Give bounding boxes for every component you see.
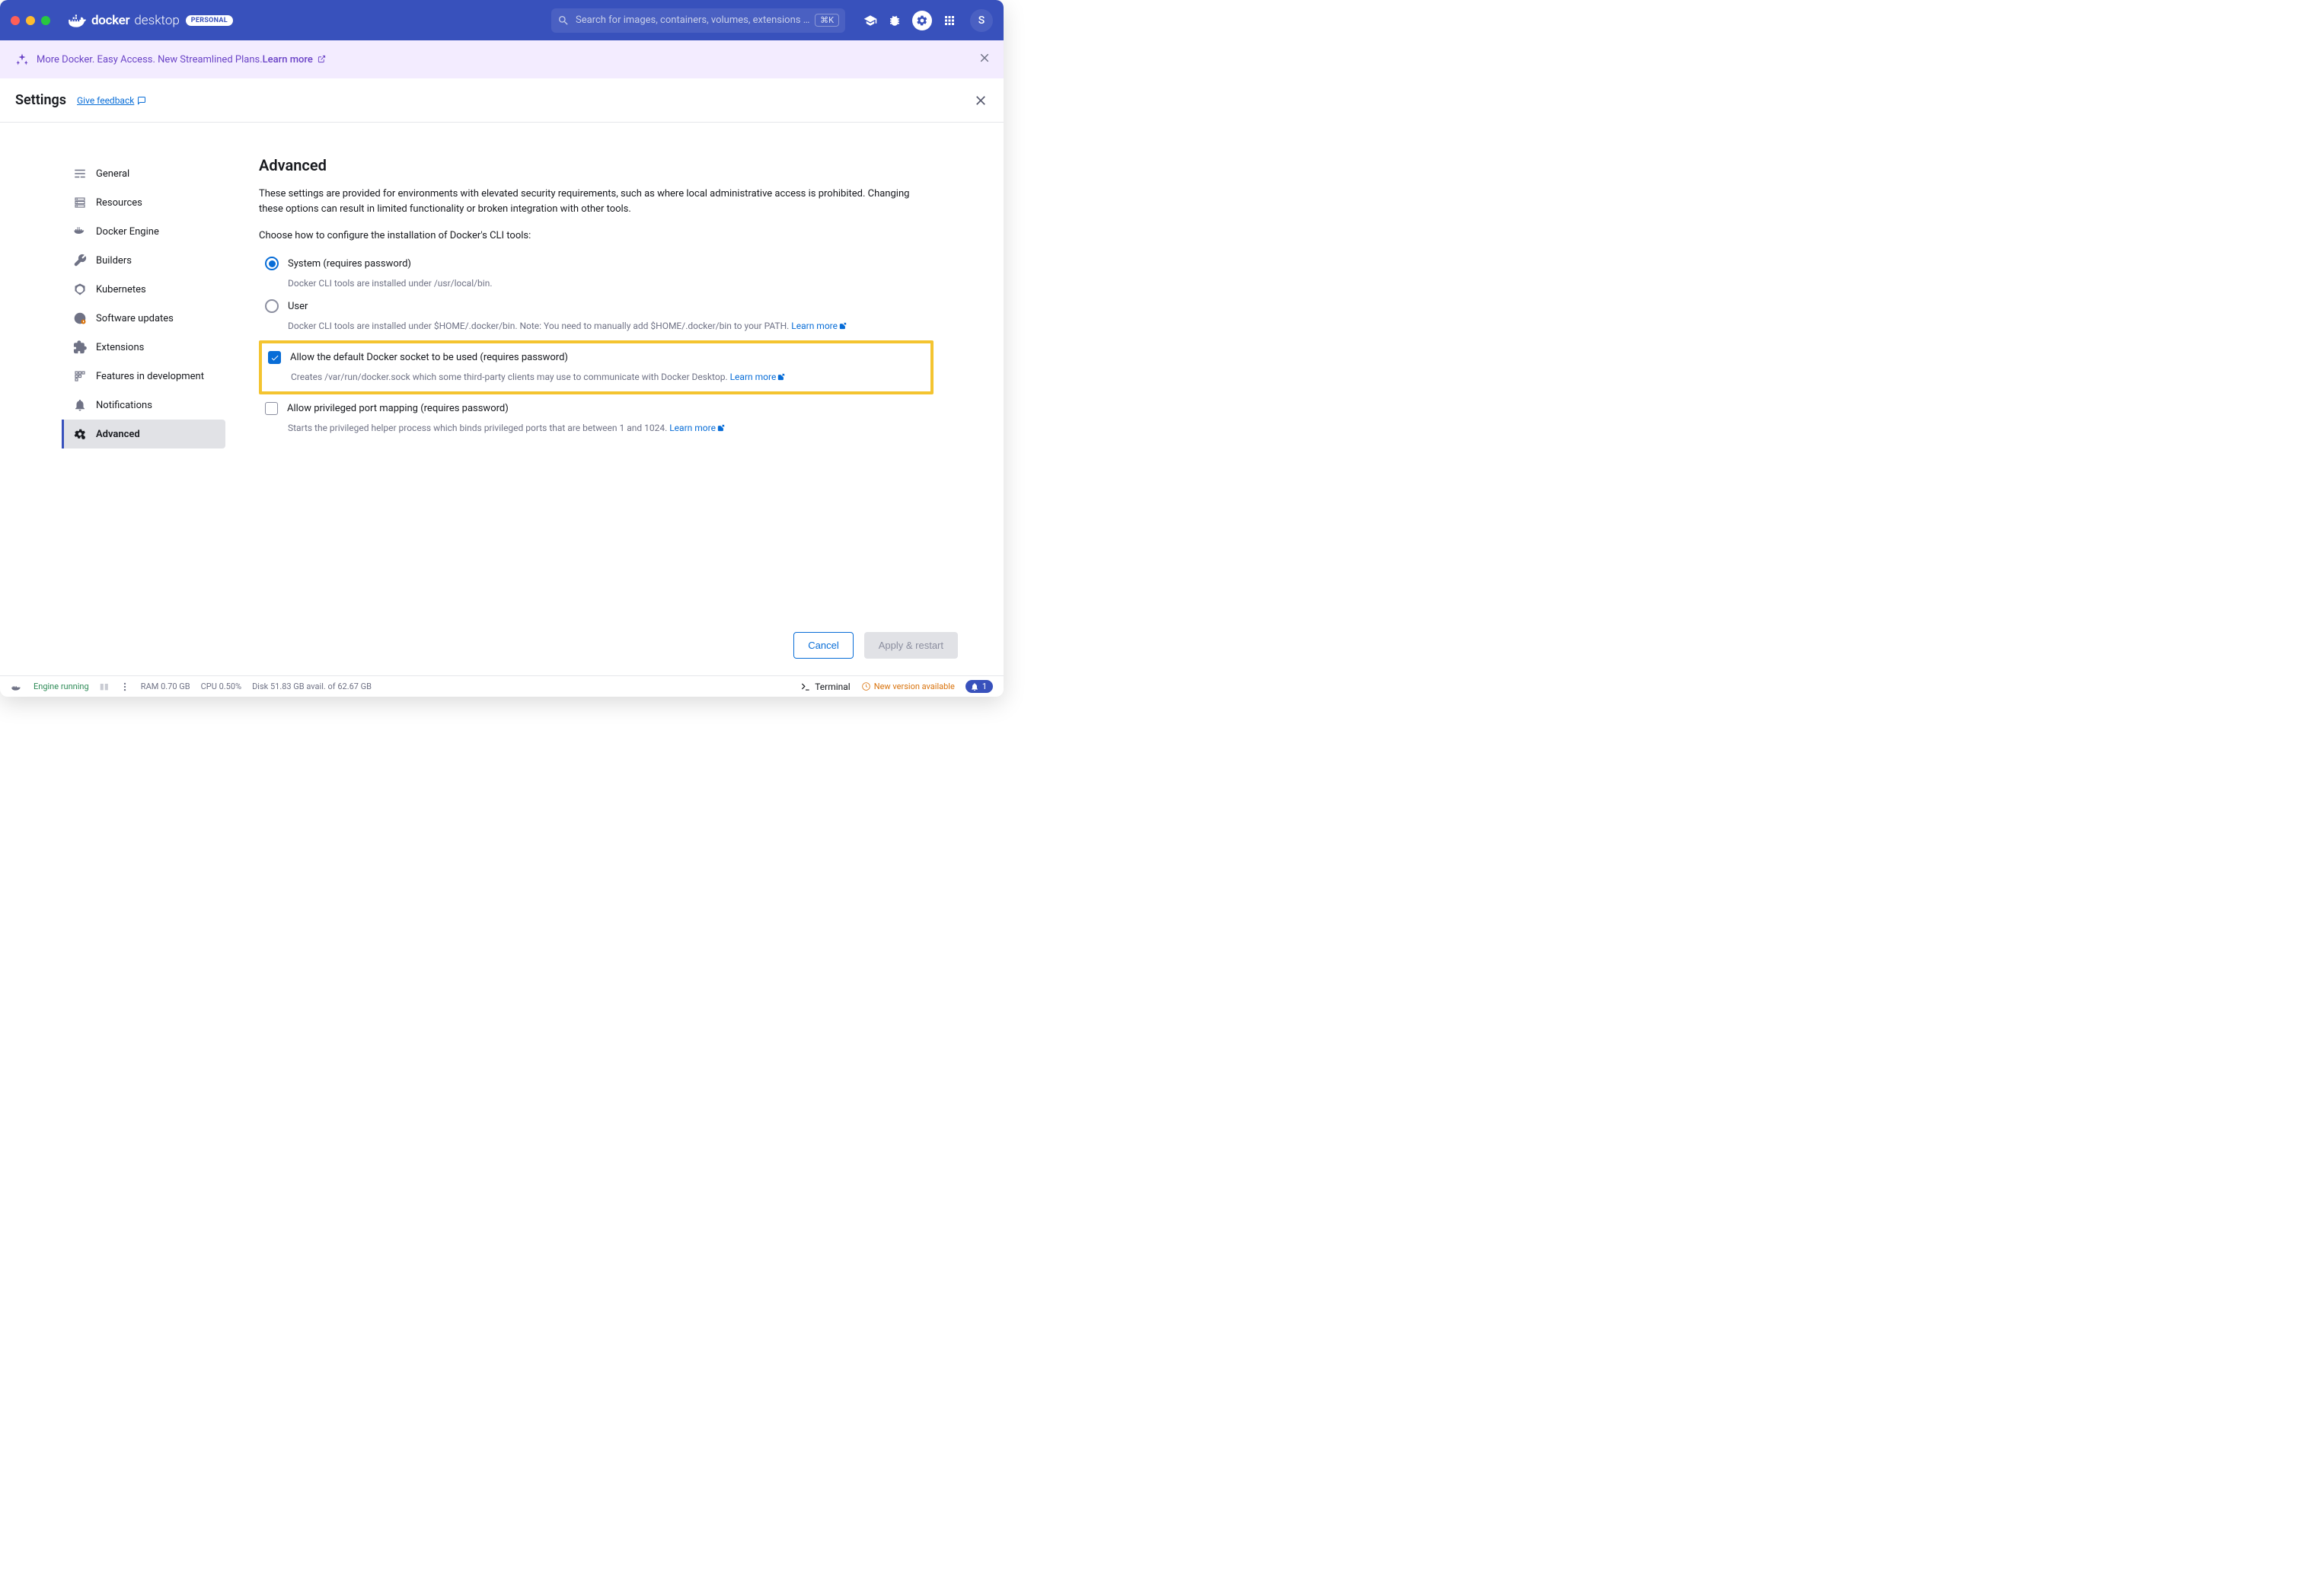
window-minimize[interactable] xyxy=(26,16,35,25)
sidebar-item-features-in-dev[interactable]: Features in development xyxy=(64,362,225,391)
app-header: docker desktop PERSONAL Search for images… xyxy=(0,0,1004,40)
cli-prompt: Choose how to configure the installation… xyxy=(259,230,927,241)
sidebar-item-notifications[interactable]: Notifications xyxy=(64,391,225,420)
sidebar-item-general[interactable]: General xyxy=(64,159,225,188)
radio-system[interactable] xyxy=(265,257,279,270)
disk-stat: Disk 51.83 GB avail. of 62.67 GB xyxy=(252,681,372,691)
engine-whale-icon xyxy=(11,682,23,691)
radio-option-system: System (requires password) Docker CLI to… xyxy=(259,252,927,295)
new-version-link[interactable]: New version available xyxy=(861,681,955,691)
status-bar: Engine running ▮▮ RAM 0.70 GB CPU 0.50% … xyxy=(0,675,1004,697)
search-input[interactable]: Search for images, containers, volumes, … xyxy=(551,8,845,33)
settings-sidebar: General Resources Docker Engine Builders… xyxy=(0,123,241,632)
search-placeholder: Search for images, containers, volumes, … xyxy=(576,14,815,26)
settings-content: Advanced These settings are provided for… xyxy=(241,123,1004,632)
checkbox-privileged-port[interactable] xyxy=(265,402,278,415)
content-description: These settings are provided for environm… xyxy=(259,187,927,216)
radio-user[interactable] xyxy=(265,299,279,313)
promo-banner: More Docker. Easy Access. New Streamline… xyxy=(0,40,1004,78)
window-zoom[interactable] xyxy=(41,16,50,25)
cpu-stat: CPU 0.50% xyxy=(201,681,241,691)
radio-system-help: Docker CLI tools are installed under /us… xyxy=(288,276,927,290)
banner-learn-more[interactable]: Learn more xyxy=(263,54,326,65)
content-heading: Advanced xyxy=(259,156,927,174)
pause-icon[interactable]: ▮▮ xyxy=(100,681,109,691)
plan-badge: PERSONAL xyxy=(186,15,233,26)
more-icon[interactable] xyxy=(120,681,130,692)
notification-badge[interactable]: 1 xyxy=(965,680,993,693)
apply-restart-button[interactable]: Apply & restart xyxy=(864,632,958,659)
privileged-help: Starts the privileged helper process whi… xyxy=(288,421,927,435)
bug-icon[interactable] xyxy=(888,14,902,27)
user-avatar[interactable]: S xyxy=(970,9,993,32)
page-title: Settings xyxy=(15,92,66,108)
sidebar-item-builders[interactable]: Builders xyxy=(64,246,225,275)
search-icon xyxy=(557,14,570,27)
settings-icon[interactable] xyxy=(912,11,932,30)
window-controls xyxy=(11,16,50,25)
engine-status: Engine running xyxy=(34,681,89,691)
header-icons: S xyxy=(863,9,993,32)
ram-stat: RAM 0.70 GB xyxy=(141,681,190,691)
sidebar-item-kubernetes[interactable]: Kubernetes xyxy=(64,275,225,304)
settings-actions: Cancel Apply & restart xyxy=(0,632,1004,675)
sidebar-item-advanced[interactable]: Advanced xyxy=(62,420,225,448)
check-option-privileged: Allow privileged port mapping (requires … xyxy=(259,397,927,439)
give-feedback-link[interactable]: Give feedback xyxy=(77,95,146,106)
socket-help: Creates /var/run/docker.sock which some … xyxy=(291,370,924,384)
docker-whale-icon xyxy=(67,13,87,28)
settings-close-icon[interactable] xyxy=(973,93,988,108)
banner-text: More Docker. Easy Access. New Streamline… xyxy=(37,54,263,65)
sidebar-item-extensions[interactable]: Extensions xyxy=(64,333,225,362)
radio-user-help: Docker CLI tools are installed under $HO… xyxy=(288,319,927,333)
user-learn-more[interactable]: Learn more xyxy=(791,321,847,331)
sidebar-item-resources[interactable]: Resources xyxy=(64,188,225,217)
brand-name: docker xyxy=(91,13,129,28)
settings-header: Settings Give feedback xyxy=(0,78,1004,123)
learn-icon[interactable] xyxy=(863,14,877,27)
brand-sub: desktop xyxy=(134,13,179,28)
search-shortcut: ⌘K xyxy=(815,14,839,27)
sidebar-item-docker-engine[interactable]: Docker Engine xyxy=(64,217,225,246)
terminal-button[interactable]: Terminal xyxy=(800,681,851,692)
cancel-button[interactable]: Cancel xyxy=(793,632,853,659)
apps-icon[interactable] xyxy=(943,14,956,27)
banner-close-icon[interactable] xyxy=(978,51,991,65)
checkbox-default-socket[interactable] xyxy=(268,351,281,364)
sidebar-item-software-updates[interactable]: Software updates xyxy=(64,304,225,333)
brand-logo: docker desktop PERSONAL xyxy=(67,13,233,28)
check-option-socket: Allow the default Docker socket to be us… xyxy=(259,340,934,394)
socket-learn-more[interactable]: Learn more xyxy=(730,372,786,382)
privileged-learn-more[interactable]: Learn more xyxy=(669,423,725,433)
radio-option-user: User Docker CLI tools are installed unde… xyxy=(259,295,927,337)
window-close[interactable] xyxy=(11,16,20,25)
sparkle-icon xyxy=(15,53,29,66)
